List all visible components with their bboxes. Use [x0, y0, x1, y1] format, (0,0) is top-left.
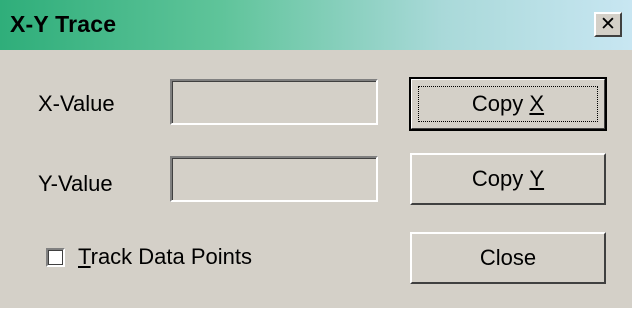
copy-y-button[interactable]: Copy Y — [410, 153, 606, 205]
x-value-label: X-Value — [38, 91, 115, 116]
focus-rectangle — [418, 86, 598, 122]
window-title: X-Y Trace — [10, 11, 117, 37]
copy-y-accesskey: Y — [529, 166, 545, 191]
close-button[interactable]: Close — [410, 232, 606, 284]
close-button-label: Close — [479, 245, 537, 270]
copy-y-prefix: Copy — [471, 166, 524, 191]
track-data-points-label[interactable]: Track Data Points — [78, 244, 252, 270]
y-value-label: Y-Value — [38, 171, 113, 196]
copy-x-button[interactable]: Copy X — [409, 77, 607, 131]
xy-trace-dialog: X-Y Trace ✕ X-Value Y-Value Copy X Copy … — [0, 0, 632, 308]
copy-y-label: Copy Y — [472, 166, 544, 192]
track-data-points-checkbox[interactable] — [46, 248, 65, 267]
track-accesskey: T — [78, 244, 91, 269]
close-glyph: ✕ — [600, 13, 616, 35]
close-icon[interactable]: ✕ — [594, 12, 622, 37]
track-label-rest: rack Data Points — [90, 244, 253, 269]
x-value-field[interactable] — [169, 78, 379, 126]
y-value-field[interactable] — [169, 155, 379, 203]
title-bar[interactable]: X-Y Trace ✕ — [0, 0, 632, 50]
